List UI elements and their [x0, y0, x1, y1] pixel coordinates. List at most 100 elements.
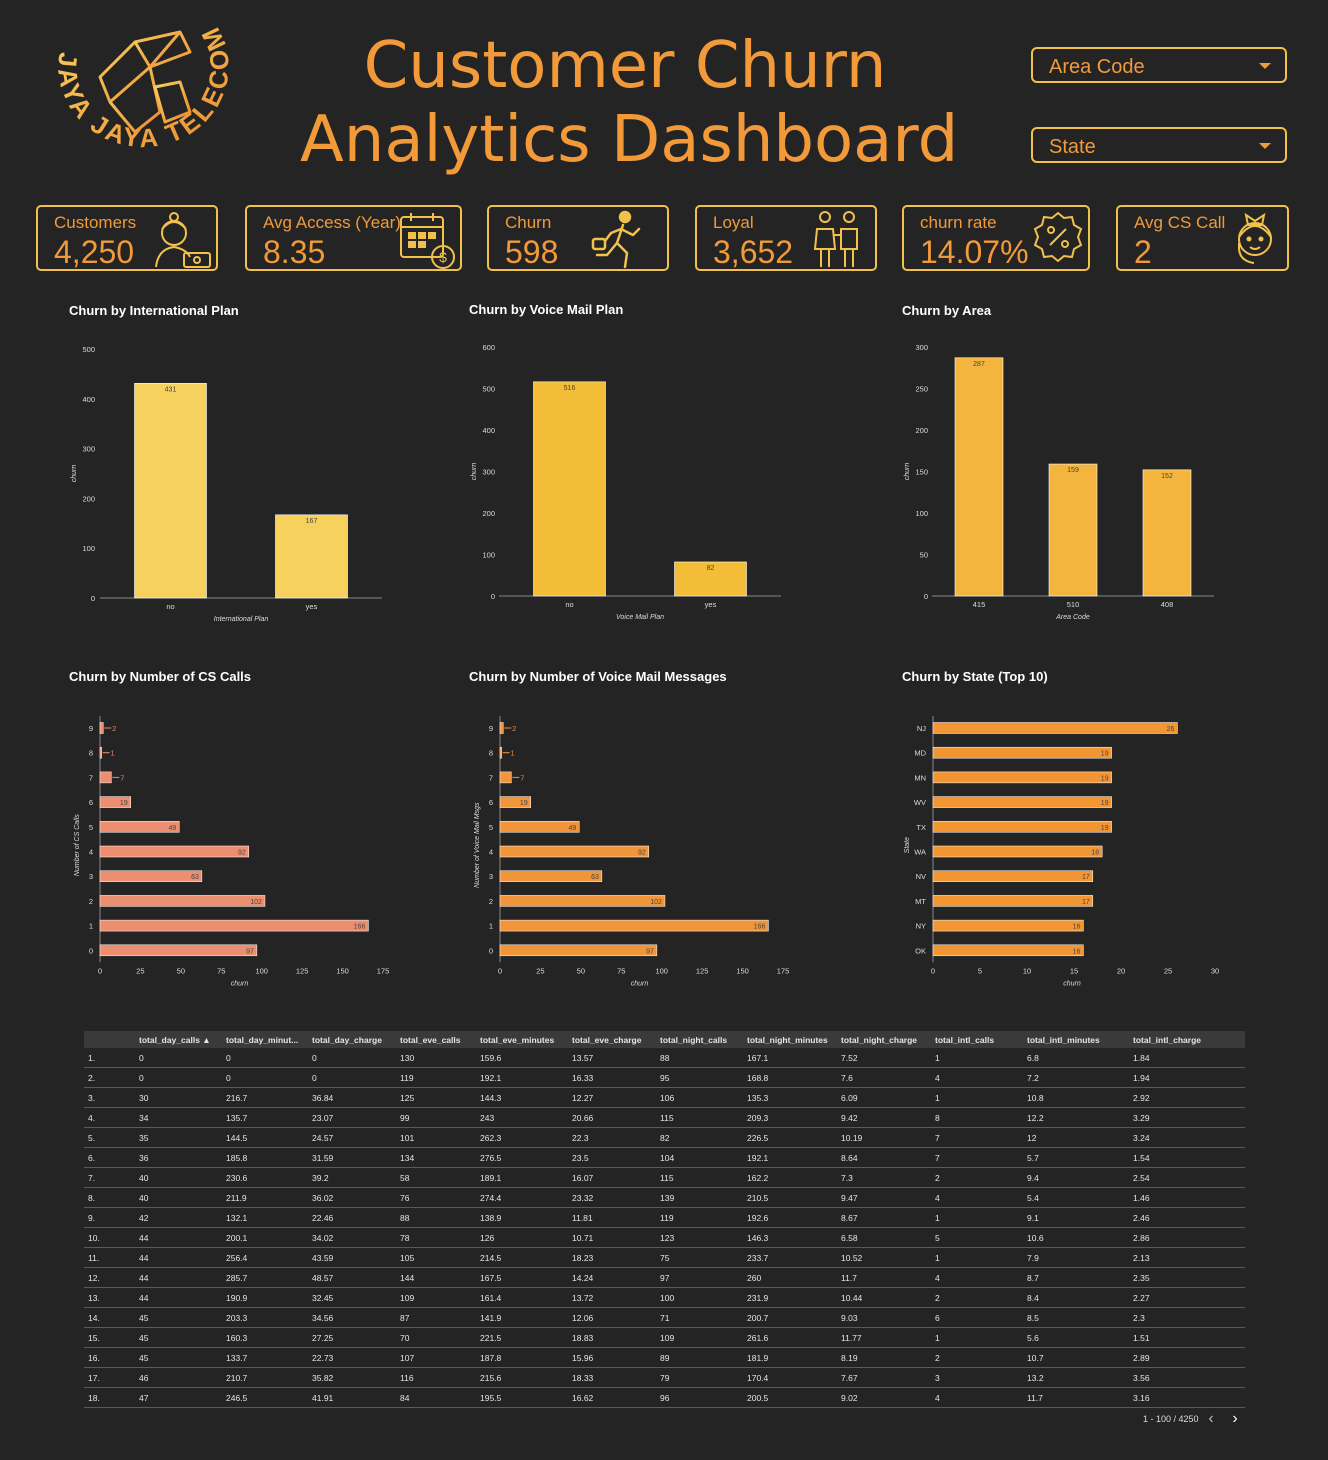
- y-tick-label: 100: [482, 551, 495, 560]
- table-cell: 123: [656, 1227, 743, 1248]
- table-cell: 115: [656, 1107, 743, 1128]
- table-row[interactable]: 11. 44 256.4 43.59 105 214.5 18.23 75 233.7 10.52…: [84, 1247, 1245, 1268]
- bar-value-label: 159: [1067, 467, 1079, 474]
- column-header[interactable]: total_day_charge: [308, 1031, 396, 1048]
- table-cell: 2: [931, 1167, 1023, 1188]
- y-tick-label: 150: [915, 468, 928, 477]
- table-row[interactable]: 6. 36 185.8 31.59 134 276.5 23.5 104 192.1 8.64 7 5…: [84, 1147, 1245, 1168]
- table-cell: 214.5: [476, 1247, 568, 1268]
- table-row[interactable]: 2. 0 0 0 119 192.1 16.33 95 168.8 7.6 4 7.2 1.94: [84, 1067, 1245, 1088]
- x-tick-label: 75: [217, 966, 225, 975]
- table-cell: 12.06: [568, 1307, 656, 1328]
- table-row[interactable]: 15. 45 160.3 27.25 70 221.5 18.83 109 261.6 11.77…: [84, 1327, 1245, 1348]
- table-cell: 116: [396, 1367, 476, 1388]
- table-cell: 4: [931, 1387, 1023, 1408]
- y-axis-label: Number of CS Calls: [74, 814, 81, 876]
- table-row[interactable]: 12. 44 285.7 48.57 144 167.5 14.24 97 260 11.7 4 8.…: [84, 1267, 1245, 1288]
- table-cell: 226.5: [743, 1127, 837, 1148]
- table-cell: 8.64: [837, 1147, 931, 1168]
- column-header[interactable]: total_eve_charge: [568, 1031, 656, 1048]
- x-axis-label: churn: [1063, 980, 1081, 987]
- table-row[interactable]: 3. 30 216.7 36.84 125 144.3 12.27 106 135.3 6.09 1…: [84, 1087, 1245, 1108]
- x-tick-label: 150: [736, 966, 749, 975]
- table-cell: 4: [931, 1187, 1023, 1208]
- column-header[interactable]: total_intl_minutes: [1023, 1031, 1129, 1048]
- column-header[interactable]: total_night_calls: [656, 1031, 743, 1048]
- row-number-cell: 4.: [84, 1107, 135, 1128]
- table-cell: 15.95: [568, 1407, 656, 1411]
- table-cell: 28.95: [308, 1407, 396, 1411]
- table-cell: 18.23: [568, 1247, 656, 1268]
- table-cell: 144.3: [476, 1087, 568, 1108]
- table-cell: 192.1: [743, 1147, 837, 1168]
- x-tick-label: no: [565, 600, 573, 609]
- table-cell: 185.8: [222, 1147, 308, 1168]
- table-cell: 3: [931, 1367, 1023, 1388]
- next-page-button[interactable]: ›: [1226, 1410, 1244, 1428]
- bar-value-label: 82: [707, 565, 715, 572]
- y-tick-label: 0: [91, 594, 95, 603]
- table-cell: 8.7: [1023, 1267, 1129, 1288]
- table-row[interactable]: 10. 44 200.1 34.02 78 126 10.71 123 146.3 6.58 5 10…: [84, 1227, 1245, 1248]
- table-cell: 36.02: [308, 1187, 396, 1208]
- table-cell: 87: [396, 1307, 476, 1328]
- column-header[interactable]: total_day_calls ▲: [135, 1031, 222, 1048]
- table-row[interactable]: 13. 44 190.9 32.45 109 161.4 13.72 100 231.9 10.4…: [84, 1287, 1245, 1308]
- bar-value-label: 49: [568, 825, 576, 832]
- column-header[interactable]: total_intl_charge: [1129, 1031, 1245, 1048]
- table-cell: 9.18: [837, 1407, 931, 1411]
- y-tick-label: 7: [89, 773, 93, 782]
- bar-value-label: 49: [168, 825, 176, 832]
- x-tick-label: 175: [777, 966, 790, 975]
- previous-page-button[interactable]: ‹: [1202, 1410, 1220, 1428]
- table-cell: 2.46: [1129, 1207, 1245, 1228]
- bar: [932, 746, 1112, 759]
- table-header-row[interactable]: total_day_calls ▲ total_day_minut... total…: [84, 1031, 1245, 1048]
- table-cell: 105: [396, 1247, 476, 1268]
- bar-value-label: 1: [111, 751, 115, 758]
- bar-value-label: 19: [1101, 775, 1109, 782]
- y-tick-label: 50: [920, 551, 928, 560]
- bar: [1142, 469, 1192, 597]
- table-cell: 160.3: [222, 1327, 308, 1348]
- column-header[interactable]: total_night_charge: [837, 1031, 931, 1048]
- table-row[interactable]: 18. 47 246.5 41.91 84 195.5 16.62 96 200.5 9.02 4 1…: [84, 1387, 1245, 1408]
- table-cell: 13.57: [568, 1048, 656, 1068]
- bar-value-label: 167: [306, 518, 318, 525]
- table-row[interactable]: 14. 45 203.3 34.56 87 141.9 12.06 71 200.7 9.03 6 8…: [84, 1307, 1245, 1328]
- y-tick-label: 1: [89, 922, 93, 931]
- x-tick-label: 50: [177, 966, 185, 975]
- column-header[interactable]: total_night_minutes: [743, 1031, 837, 1048]
- bar-value-label: 19: [520, 800, 528, 807]
- x-axis-label: churn: [631, 980, 649, 987]
- table-cell: 243: [476, 1107, 568, 1128]
- y-tick-label: MD: [914, 749, 926, 758]
- table-cell: 2.86: [1129, 1227, 1245, 1248]
- x-tick-label: 15: [1070, 966, 1078, 975]
- table-cell: 181.9: [743, 1347, 837, 1368]
- bar: [99, 722, 104, 734]
- table-cell: 260: [743, 1267, 837, 1288]
- column-header[interactable]: total_eve_minutes: [476, 1031, 568, 1048]
- table-row[interactable]: 5. 35 144.5 24.57 101 262.3 22.3 82 226.5 10.19 7 1…: [84, 1127, 1245, 1148]
- table-row[interactable]: 9. 42 132.1 22.46 88 138.9 11.81 119 192.6 8.67 1 9…: [84, 1207, 1245, 1228]
- data-table: total_day_calls ▲ total_day_minut... total…: [84, 1031, 1245, 1411]
- table-row[interactable]: 17. 46 210.7 35.82 116 215.6 18.33 79 170.4 7.67 3…: [84, 1367, 1245, 1388]
- y-tick-label: 6: [489, 798, 493, 807]
- table-row[interactable]: 1. 0 0 0 130 159.6 13.57 88 167.1 7.52 1 6.8 1.84: [84, 1048, 1245, 1068]
- table-row[interactable]: 16. 45 133.7 22.73 107 187.8 15.96 89 181.9 8.19 2…: [84, 1347, 1245, 1368]
- table-row[interactable]: 8. 40 211.9 36.02 76 274.4 23.32 139 210.5 9.47 4 5…: [84, 1187, 1245, 1208]
- column-header[interactable]: total_eve_calls: [396, 1031, 476, 1048]
- table-cell: 2.54: [1129, 1167, 1245, 1188]
- x-tick-label: 510: [1067, 600, 1080, 609]
- y-tick-label: 0: [924, 592, 928, 601]
- y-tick-label: NY: [916, 922, 926, 931]
- column-header[interactable]: total_intl_calls: [931, 1031, 1023, 1048]
- table-cell: 9.42: [837, 1107, 931, 1128]
- row-number-cell: 6.: [84, 1147, 135, 1168]
- table-row[interactable]: 7. 40 230.6 39.2 58 189.1 16.07 115 162.2 7.3 2 9.4…: [84, 1167, 1245, 1188]
- table-row[interactable]: 19.48170.328.95146187.715.95842049.18416…: [84, 1407, 1245, 1411]
- column-header[interactable]: total_day_minut...: [222, 1031, 308, 1048]
- table-cell: 0: [222, 1048, 308, 1068]
- table-row[interactable]: 4. 34 135.7 23.07 99 243 20.66 115 209.3 9.42 8 12.…: [84, 1107, 1245, 1128]
